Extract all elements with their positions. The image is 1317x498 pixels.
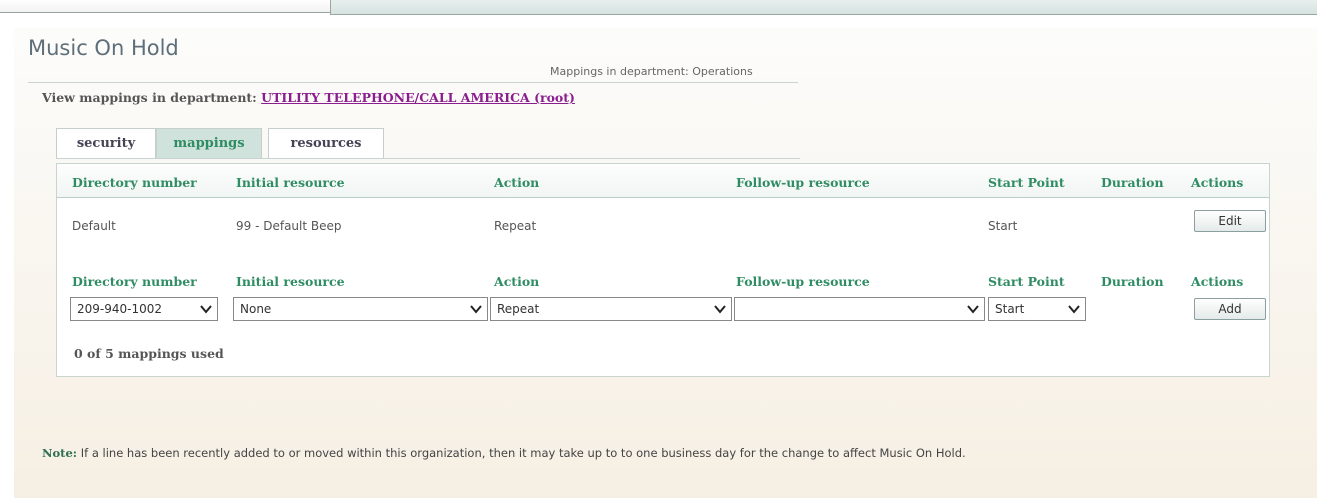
cell-directory-number: Default	[72, 219, 116, 233]
tab-security[interactable]: security	[56, 128, 156, 158]
action-value: Repeat	[497, 302, 540, 316]
department-subtitle: Mappings in department: Operations	[550, 65, 753, 78]
title-divider	[28, 82, 798, 83]
col-header-action: Action	[494, 175, 540, 190]
note-body: If a line has been recently added to or …	[77, 446, 966, 460]
tab-resources[interactable]: resources	[268, 128, 384, 158]
form-header-actions: Actions	[1191, 274, 1244, 289]
top-bar-right	[330, 0, 1317, 15]
col-header-duration: Duration	[1101, 175, 1164, 190]
form-header-duration: Duration	[1101, 274, 1164, 289]
edit-button[interactable]: Edit	[1194, 210, 1266, 232]
initial-resource-select[interactable]: None	[233, 297, 488, 321]
chevron-down-icon	[967, 305, 979, 314]
col-header-actions: Actions	[1191, 175, 1244, 190]
top-bar-left	[0, 0, 330, 13]
mappings-usage-count: 0 of 5 mappings used	[74, 346, 224, 361]
start-point-select[interactable]: Start	[988, 297, 1086, 321]
col-header-followup-resource: Follow-up resource	[736, 175, 870, 190]
chevron-down-icon	[470, 305, 482, 314]
form-header-directory-number: Directory number	[72, 274, 197, 289]
initial-resource-value: None	[240, 302, 272, 316]
department-link[interactable]: UTILITY TELEPHONE/CALL AMERICA (root)	[261, 90, 575, 105]
chevron-down-icon	[1068, 305, 1080, 314]
tab-mappings[interactable]: mappings	[156, 128, 262, 158]
col-header-directory-number: Directory number	[72, 175, 197, 190]
followup-resource-select[interactable]	[734, 297, 985, 321]
form-header-start-point: Start Point	[988, 274, 1065, 289]
page-title: Music On Hold	[28, 36, 179, 60]
note-text: Note: If a line has been recently added …	[42, 446, 966, 460]
form-header-action: Action	[494, 274, 540, 289]
note-label: Note:	[42, 446, 78, 460]
form-header-initial-resource: Initial resource	[236, 274, 345, 289]
cell-start-point: Start	[988, 219, 1018, 233]
add-button[interactable]: Add	[1194, 298, 1266, 320]
cell-initial-resource: 99 - Default Beep	[236, 219, 342, 233]
chevron-down-icon	[200, 305, 212, 314]
chevron-down-icon	[714, 305, 726, 314]
directory-number-value: 209-940-1002	[77, 302, 163, 316]
view-mappings-label: View mappings in department:	[42, 90, 257, 105]
tabs-divider	[56, 158, 800, 159]
col-header-start-point: Start Point	[988, 175, 1065, 190]
view-mappings-line: View mappings in department: UTILITY TEL…	[42, 90, 575, 105]
cell-action: Repeat	[494, 219, 537, 233]
col-header-initial-resource: Initial resource	[236, 175, 345, 190]
form-header-followup-resource: Follow-up resource	[736, 274, 870, 289]
directory-number-select[interactable]: 209-940-1002	[70, 297, 218, 321]
action-select[interactable]: Repeat	[490, 297, 732, 321]
start-point-value: Start	[995, 302, 1025, 316]
